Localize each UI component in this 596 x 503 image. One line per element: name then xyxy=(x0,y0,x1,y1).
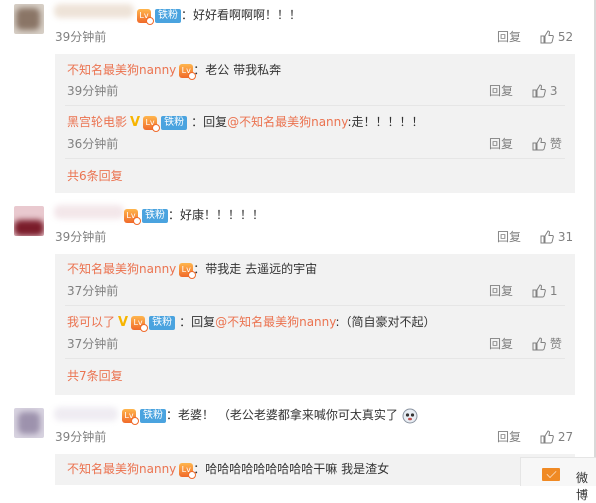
blurred-username xyxy=(54,4,134,18)
like-count: 31 xyxy=(557,230,574,244)
sub-comment-box: 不知名最美狗nanny Lv ：老公 带我私奔 39分钟前 回复 3 黑宫轮电影 V L… xyxy=(55,54,575,193)
comment-line: Lv 铁粉 ：老婆！ （老公老婆都拿来喊你可太真实了 xyxy=(122,407,418,425)
thumbs-up-icon xyxy=(532,284,546,298)
thumbs-up-icon xyxy=(532,337,546,351)
mail-icon xyxy=(542,468,560,481)
reply-button[interactable]: 回复 xyxy=(497,429,521,445)
sub-username[interactable]: 不知名最美狗nanny xyxy=(67,63,176,77)
reply-button[interactable]: 回复 xyxy=(489,283,513,299)
fan-badge: 铁粉 xyxy=(155,8,181,23)
sub-username[interactable]: 不知名最美狗nanny xyxy=(67,462,176,476)
sub-username[interactable]: 黑宫轮电影 xyxy=(67,115,127,129)
reply-button[interactable]: 回复 xyxy=(489,336,513,352)
fan-badge: 铁粉 xyxy=(161,115,188,130)
divider xyxy=(65,358,565,359)
avatar[interactable] xyxy=(14,408,44,438)
comment-item-1: Lv 铁粉 ：好好看啊啊啊！！！ 39分钟前 回复 52 不知名最美狗nanny Lv… xyxy=(0,0,594,200)
thumbs-up-icon xyxy=(540,430,554,444)
sub-text: :（简自豪对不起） xyxy=(335,315,436,329)
reply-button[interactable]: 回复 xyxy=(489,83,513,99)
thumbs-up-icon xyxy=(540,230,554,244)
divider xyxy=(65,105,565,106)
level-badge-icon: Lv xyxy=(179,462,197,479)
comment-line: Lv 铁粉 ：好好看啊啊啊！！！ xyxy=(137,7,302,25)
like-button[interactable]: 赞 xyxy=(532,336,562,352)
comment-item-3: Lv 铁粉 ：老婆！ （老公老婆都拿来喊你可太真实了 39分钟前 回复 27 不知名… xyxy=(0,402,594,485)
fan-badge: 铁粉 xyxy=(140,408,166,423)
sub-comment-box: 不知名最美狗nanny Lv ：带我走 去遥远的宇宙 37分钟前 回复 1 我可以了… xyxy=(55,254,575,395)
sub-time: 36分钟前 xyxy=(67,137,119,151)
level-badge-icon: Lv xyxy=(131,315,149,332)
like-count: 27 xyxy=(557,430,574,444)
comment-line: Lv 铁粉 ：好康！！！！！ xyxy=(124,207,265,225)
thumbs-up-icon xyxy=(532,84,546,98)
sub-text: 哈哈哈哈哈哈哈哈哈干嘛 我是渣女 xyxy=(205,462,390,476)
sub-username[interactable]: 我可以了 xyxy=(67,315,115,329)
like-count: 1 xyxy=(549,284,558,298)
avatar[interactable] xyxy=(14,4,44,34)
mention-link[interactable]: @不知名最美狗nanny xyxy=(215,315,335,329)
more-replies-link[interactable]: 共6条回复 xyxy=(67,168,123,184)
sub-reply-prefix: ：回复 xyxy=(191,115,228,129)
sub-username[interactable]: 不知名最美狗nanny xyxy=(67,262,176,276)
thumbs-up-icon xyxy=(540,30,554,44)
reply-button[interactable]: 回复 xyxy=(497,29,521,45)
footer-label: 微博 xyxy=(576,471,589,502)
level-badge-icon: Lv xyxy=(122,408,139,425)
like-button[interactable]: 1 xyxy=(532,283,557,299)
more-replies-link[interactable]: 共7条回复 xyxy=(67,368,123,384)
sub-reply-prefix: ：回复 xyxy=(179,315,216,329)
like-button[interactable]: 27 xyxy=(540,429,573,445)
level-badge-icon: Lv xyxy=(179,63,197,80)
comment-text: ：好康！！！！！ xyxy=(168,208,265,222)
comment-text: ：老婆！ （老公老婆都拿来喊你可太真实了 xyxy=(166,408,398,422)
sub-comment-box: 不知名最美狗nanny Lv ：哈哈哈哈哈哈哈哈哈干嘛 我是渣女 xyxy=(55,454,575,485)
like-count: 赞 xyxy=(549,137,562,151)
sub-time: 39分钟前 xyxy=(67,84,119,98)
like-button[interactable]: 赞 xyxy=(532,136,562,152)
sub-time: 37分钟前 xyxy=(67,337,119,351)
blurred-username xyxy=(54,205,124,219)
reply-button[interactable]: 回复 xyxy=(489,136,513,152)
like-count: 3 xyxy=(549,84,558,98)
divider xyxy=(65,158,565,159)
comment-time: 39分钟前 xyxy=(55,430,107,444)
like-count: 52 xyxy=(557,30,574,44)
level-badge-icon: Lv xyxy=(137,8,154,25)
sub-text: :走！！！！！ xyxy=(347,115,424,129)
sub-time: 37分钟前 xyxy=(67,284,119,298)
weibo-footer-bar[interactable]: 微博 xyxy=(520,457,596,502)
like-count: 赞 xyxy=(549,337,562,351)
verified-v-icon: V xyxy=(118,314,129,330)
thumbs-up-icon xyxy=(532,137,546,151)
divider xyxy=(65,305,565,306)
emoji-face-icon xyxy=(402,408,418,423)
blurred-username xyxy=(54,407,118,421)
verified-v-icon: V xyxy=(130,114,141,130)
level-badge-icon: Lv xyxy=(124,208,141,225)
level-badge-icon: Lv xyxy=(179,262,197,279)
comment-text: ：好好看啊啊啊！！！ xyxy=(181,8,302,22)
sub-text: 带我走 去遥远的宇宙 xyxy=(205,262,318,276)
reply-button[interactable]: 回复 xyxy=(497,229,521,245)
sub-text: 老公 带我私奔 xyxy=(205,63,282,77)
fan-badge: 铁粉 xyxy=(142,208,168,223)
comment-item-2: Lv 铁粉 ：好康！！！！！ 39分钟前 回复 31 不知名最美狗nanny Lv ：带… xyxy=(0,200,594,402)
mention-link[interactable]: @不知名最美狗nanny xyxy=(227,115,347,129)
comment-time: 39分钟前 xyxy=(55,230,107,244)
avatar[interactable] xyxy=(14,206,44,236)
fan-badge: 铁粉 xyxy=(149,315,176,330)
like-button[interactable]: 52 xyxy=(540,29,573,45)
comment-time: 39分钟前 xyxy=(55,30,107,44)
level-badge-icon: Lv xyxy=(143,115,161,132)
like-button[interactable]: 31 xyxy=(540,229,573,245)
like-button[interactable]: 3 xyxy=(532,83,557,99)
